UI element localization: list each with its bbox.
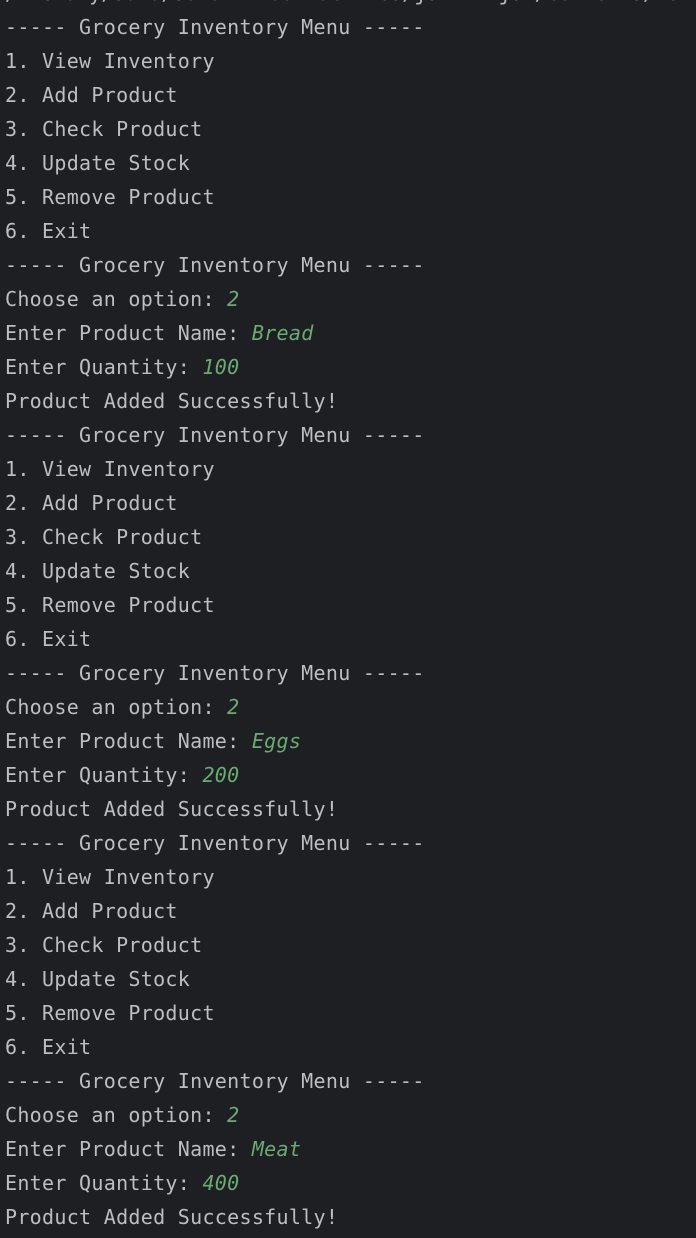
console-output-text: 3. Check Product: [5, 933, 203, 957]
console-output-line: 3. Check Product: [5, 928, 696, 962]
console-output-text: 4. Update Stock: [5, 967, 191, 991]
run-console-output[interactable]: /Library/Java/JavaVirtualMachines/jdk-21…: [0, 0, 696, 1238]
console-user-input: 400: [202, 1171, 240, 1195]
console-output-text: 6. Exit: [5, 627, 92, 651]
console-output-text: 6. Exit: [5, 219, 92, 243]
console-output-text: 4. Update Stock: [5, 151, 191, 175]
console-output-text: ----- Grocery Inventory Menu -----: [5, 831, 425, 855]
console-prompt-line: Choose an option: 2: [5, 282, 696, 316]
console-output-text: Product Added Successfully!: [5, 1205, 339, 1229]
console-output-line: Product Added Successfully!: [5, 384, 696, 418]
console-output-text: Enter Product Name:: [5, 729, 252, 753]
console-output-line: 1. View Inventory: [5, 452, 696, 486]
console-output-text: 4. Update Stock: [5, 559, 191, 583]
console-user-input: 2: [227, 287, 240, 311]
console-output-text: ----- Grocery Inventory Menu -----: [5, 15, 425, 39]
console-output-line: 4. Update Stock: [5, 554, 696, 588]
console-output-line: 3. Check Product: [5, 112, 696, 146]
console-output-line: 5. Remove Product: [5, 180, 696, 214]
console-output-line: 5. Remove Product: [5, 996, 696, 1030]
console-output-text: Enter Product Name:: [5, 1137, 252, 1161]
console-output-text: 5. Remove Product: [5, 185, 215, 209]
console-output-line: ----- Grocery Inventory Menu -----: [5, 656, 696, 690]
console-prompt-line: Enter Quantity: 400: [5, 1166, 696, 1200]
console-output-text: 3. Check Product: [5, 117, 203, 141]
console-output-line: 6. Exit: [5, 622, 696, 656]
console-lines: ----- Grocery Inventory Menu ----- 1. Vie…: [5, 10, 696, 1234]
console-output-text: Product Added Successfully!: [5, 389, 339, 413]
console-output-text: Choose an option:: [5, 1103, 228, 1127]
console-output-text: 2. Add Product: [5, 899, 178, 923]
console-output-text: 2. Add Product: [5, 491, 178, 515]
console-user-input: 200: [202, 763, 240, 787]
console-output-line: ----- Grocery Inventory Menu -----: [5, 1064, 696, 1098]
console-output-line: 2. Add Product: [5, 894, 696, 928]
console-output-text: 3. Check Product: [5, 525, 203, 549]
console-output-text: Choose an option:: [5, 287, 228, 311]
console-output-text: 2. Add Product: [5, 83, 178, 107]
console-output-line: ----- Grocery Inventory Menu -----: [5, 826, 696, 860]
console-output-text: Product Added Successfully!: [5, 797, 339, 821]
console-output-line: 6. Exit: [5, 1030, 696, 1064]
console-partial-top-line: /Library/Java/JavaVirtualMachines/jdk-21…: [5, 0, 696, 10]
console-output-text: ----- Grocery Inventory Menu -----: [5, 1069, 425, 1093]
console-output-line: 4. Update Stock: [5, 962, 696, 996]
console-output-line: Product Added Successfully!: [5, 792, 696, 826]
console-user-input: 2: [227, 695, 240, 719]
console-output-line: Product Added Successfully!: [5, 1200, 696, 1234]
console-output-line: 4. Update Stock: [5, 146, 696, 180]
console-user-input: Meat: [251, 1137, 302, 1161]
console-prompt-line: Enter Quantity: 200: [5, 758, 696, 792]
console-prompt-line: Enter Product Name: Eggs: [5, 724, 696, 758]
console-user-input: 2: [227, 1103, 240, 1127]
console-output-text: 5. Remove Product: [5, 1001, 215, 1025]
console-output-text: Enter Quantity:: [5, 1171, 203, 1195]
console-user-input: Bread: [251, 321, 314, 345]
console-output-text: 6. Exit: [5, 1035, 92, 1059]
console-output-line: 5. Remove Product: [5, 588, 696, 622]
console-output-line: 6. Exit: [5, 214, 696, 248]
console-output-text: ----- Grocery Inventory Menu -----: [5, 423, 425, 447]
console-output-line: 2. Add Product: [5, 486, 696, 520]
console-prompt-line: Enter Product Name: Meat: [5, 1132, 696, 1166]
console-user-input: Eggs: [251, 729, 302, 753]
console-output-text: Enter Quantity:: [5, 355, 203, 379]
console-output-text: 1. View Inventory: [5, 49, 215, 73]
console-prompt-line: Choose an option: 2: [5, 690, 696, 724]
console-output-line: 3. Check Product: [5, 520, 696, 554]
console-prompt-line: Choose an option: 2: [5, 1098, 696, 1132]
console-output-text: Enter Quantity:: [5, 763, 203, 787]
console-user-input: 100: [202, 355, 240, 379]
console-prompt-line: Enter Product Name: Bread: [5, 316, 696, 350]
console-output-line: 1. View Inventory: [5, 44, 696, 78]
console-output-line: 2. Add Product: [5, 78, 696, 112]
console-output-line: ----- Grocery Inventory Menu -----: [5, 418, 696, 452]
console-prompt-line: Enter Quantity: 100: [5, 350, 696, 384]
console-output-line: ----- Grocery Inventory Menu -----: [5, 248, 696, 282]
console-output-line: ----- Grocery Inventory Menu -----: [5, 10, 696, 44]
console-output-text: Choose an option:: [5, 695, 228, 719]
console-output-text: Enter Product Name:: [5, 321, 252, 345]
console-output-text: ----- Grocery Inventory Menu -----: [5, 661, 425, 685]
console-output-text: 1. View Inventory: [5, 457, 215, 481]
console-output-line: 1. View Inventory: [5, 860, 696, 894]
console-output-text: ----- Grocery Inventory Menu -----: [5, 253, 425, 277]
console-output-text: 5. Remove Product: [5, 593, 215, 617]
console-output-text: 1. View Inventory: [5, 865, 215, 889]
